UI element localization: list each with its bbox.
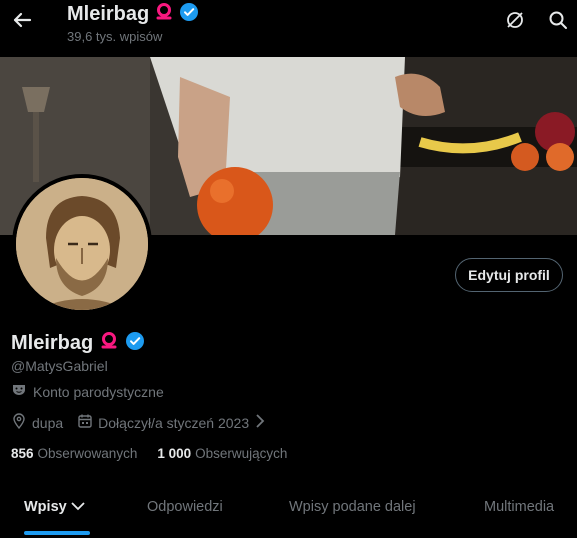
header-title: Mleirbag [67, 3, 150, 25]
follow-stats: 856 Obserwowanych 1 000 Obserwujących [11, 446, 307, 461]
pink-badge-icon [99, 331, 119, 356]
search-icon[interactable] [548, 10, 568, 30]
chevron-down-icon [71, 499, 85, 515]
location-pin-icon [11, 413, 27, 432]
joined-date[interactable]: Dołączył/a styczeń 2023 [77, 413, 266, 432]
back-arrow-icon[interactable] [10, 8, 34, 32]
post-count: 39,6 tys. wpisów [67, 29, 163, 44]
grok-icon[interactable] [505, 10, 525, 30]
verified-badge-icon[interactable] [125, 331, 145, 356]
theater-mask-icon [11, 382, 27, 401]
following-count: 856 [11, 446, 34, 461]
profile-name: Mleirbag [11, 332, 94, 354]
tab-odpowiedzi[interactable]: Odpowiedzi [147, 499, 223, 515]
calendar-icon [77, 413, 93, 432]
profile-name-row: Mleirbag [11, 331, 145, 356]
followers-count: 1 000 [157, 446, 192, 461]
location: dupa [11, 413, 63, 432]
following-label: Obserwowanych [37, 446, 138, 461]
followers-label: Obserwujących [195, 446, 288, 461]
tab-label: Wpisy [24, 499, 67, 515]
tab-wpisy-podane-dalej[interactable]: Wpisy podane dalej [289, 499, 416, 515]
avatar[interactable] [12, 174, 152, 314]
parody-label: Konto parodystyczne [11, 382, 164, 401]
edit-profile-button[interactable]: Edytuj profil [455, 258, 563, 292]
joined-text: Dołączył/a styczeń 2023 [98, 414, 250, 431]
active-tab-indicator [24, 531, 90, 535]
chevron-right-icon [254, 414, 266, 431]
pink-badge-icon [154, 2, 174, 27]
location-text: dupa [32, 414, 64, 431]
tab-wpisy[interactable]: Wpisy [24, 499, 85, 515]
profile-handle: @MatysGabriel [11, 358, 108, 374]
top-bar: Mleirbag 39,6 tys. wpisów [0, 0, 577, 57]
parody-text: Konto parodystyczne [33, 383, 164, 400]
tab-multimedia[interactable]: Multimedia [484, 499, 554, 515]
following-link[interactable]: 856 Obserwowanych [11, 446, 137, 461]
header-title-block: Mleirbag 39,6 tys. wpisów [67, 2, 199, 44]
verified-badge-icon [179, 2, 199, 27]
followers-link[interactable]: 1 000 Obserwujących [157, 446, 287, 461]
profile-meta: dupa Dołączył/a styczeń 2023 [11, 413, 280, 432]
